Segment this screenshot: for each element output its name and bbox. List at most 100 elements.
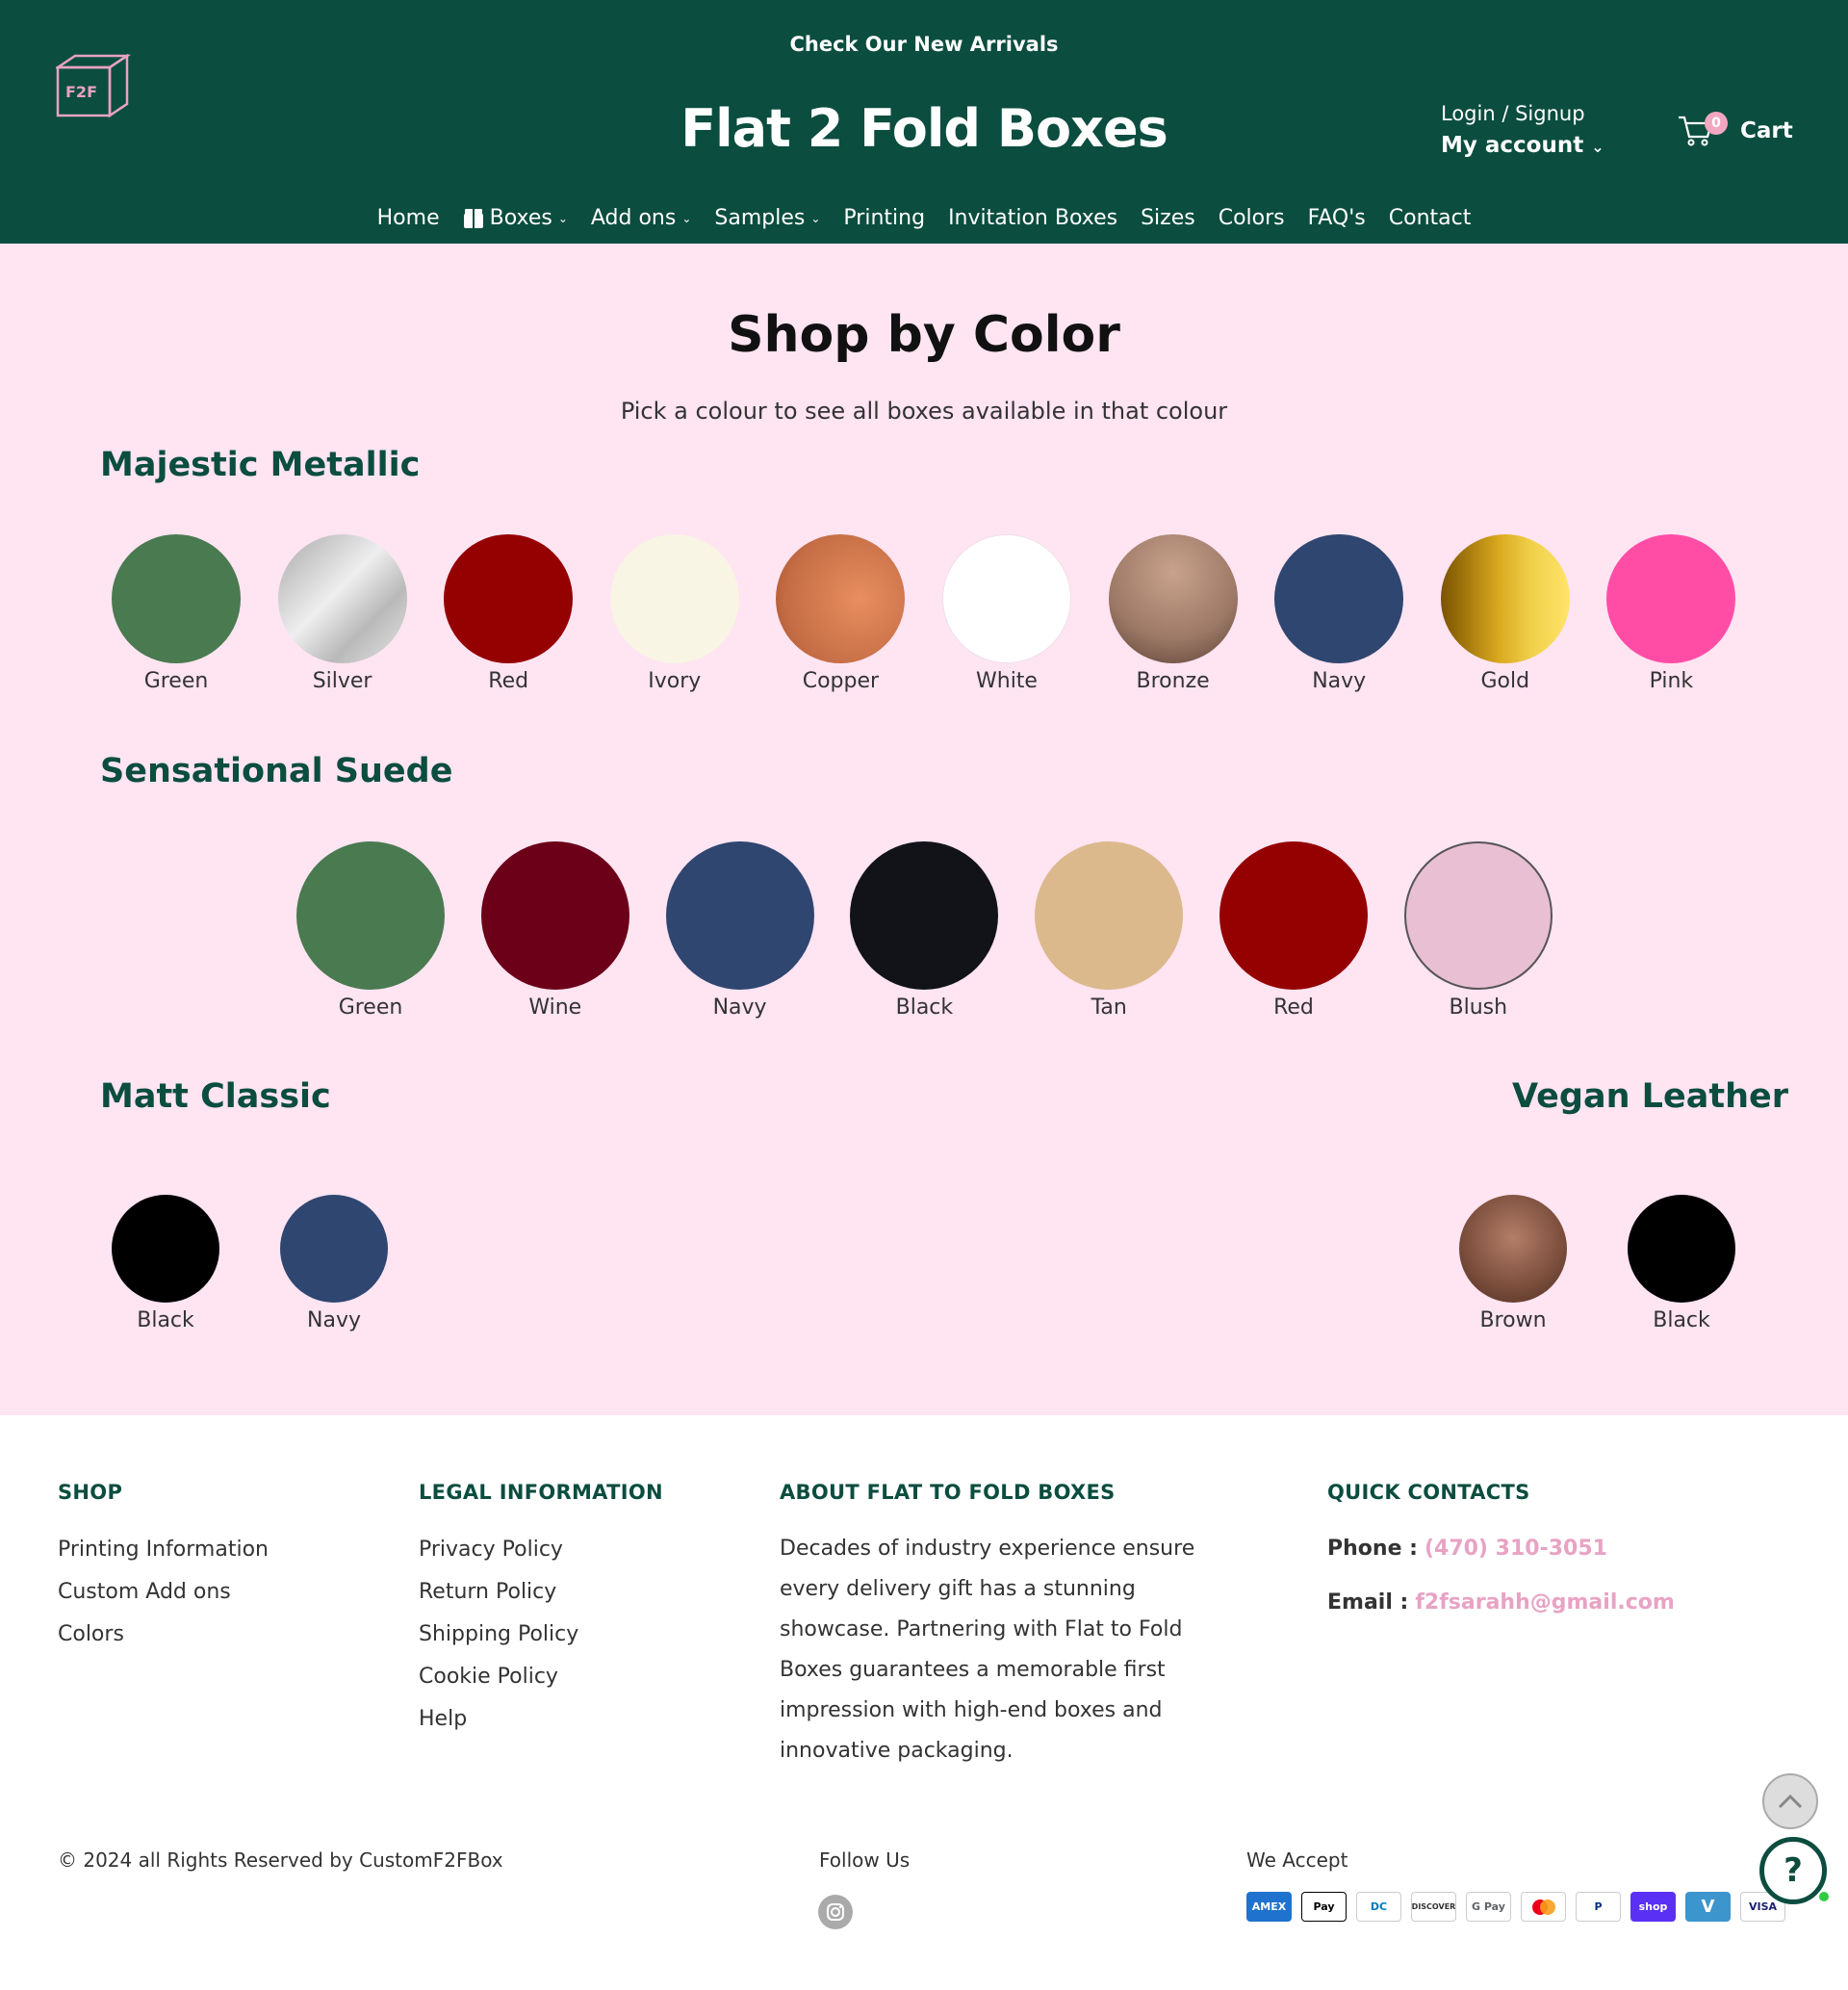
footer-about-text: Decades of industry experience ensure ev… — [780, 1537, 1195, 1763]
my-account-label: My account — [1441, 133, 1584, 158]
swatch-circle[interactable] — [1440, 534, 1570, 663]
swatch-circle[interactable] — [609, 534, 739, 663]
nav-samples-label: Samples — [714, 206, 806, 230]
site-footer: SHOP Printing Information Custom Add ons… — [0, 1415, 1848, 1990]
shop-pay-icon: shop — [1630, 1892, 1676, 1922]
swatch-circle[interactable] — [112, 534, 241, 663]
discover-icon: DISCOVER — [1411, 1892, 1456, 1922]
cart-label: Cart — [1740, 118, 1793, 143]
footer-link[interactable]: Colors — [58, 1614, 269, 1656]
footer-email: Email : f2fsarahh@gmail.com — [1327, 1583, 1675, 1623]
section-title-suede: Sensational Suede — [100, 752, 453, 790]
apple-pay-icon: Pay — [1301, 1892, 1347, 1922]
venmo-icon: V — [1685, 1892, 1731, 1922]
swatch-circle[interactable] — [850, 841, 999, 990]
swatch-circle[interactable] — [1628, 1195, 1735, 1303]
payment-methods: AMEX Pay DC DISCOVER G Pay P shop V VISA — [1246, 1892, 1785, 1922]
follow-us-label: Follow Us — [819, 1848, 911, 1872]
footer-link[interactable]: Return Policy — [419, 1571, 663, 1614]
color-swatch-brown[interactable]: Brown — [1421, 1195, 1605, 1332]
diners-club-icon: DC — [1356, 1892, 1401, 1922]
color-swatch-navy[interactable]: Navy — [242, 1195, 426, 1332]
account-menu[interactable]: Login / Signup My account ⌄ — [1441, 102, 1604, 158]
swatch-circle[interactable] — [1274, 534, 1404, 663]
phone-label: Phone : — [1327, 1537, 1418, 1561]
footer-link[interactable]: Custom Add ons — [58, 1571, 269, 1614]
shop-by-color-section: Shop by Color Pick a colour to see all b… — [0, 244, 1848, 1415]
nav-boxes-label: Boxes — [489, 206, 552, 230]
nav-samples[interactable]: Samples ⌄ — [703, 206, 832, 230]
footer-link[interactable]: Printing Information — [58, 1529, 269, 1571]
footer-link[interactable]: Privacy Policy — [419, 1529, 663, 1571]
footer-about-heading: ABOUT FLAT TO FOLD BOXES — [780, 1481, 1116, 1504]
section-title-matt: Matt Classic — [100, 1077, 331, 1116]
swatch-circle[interactable] — [296, 841, 445, 990]
swatch-label: Blush — [1449, 995, 1508, 1020]
email-link[interactable]: f2fsarahh@gmail.com — [1415, 1590, 1674, 1615]
chevron-down-icon: ⌄ — [1591, 138, 1604, 156]
footer-link[interactable]: Cookie Policy — [419, 1656, 663, 1698]
nav-home[interactable]: Home — [366, 206, 451, 230]
section-title-vegan: Vegan Leather — [1512, 1077, 1788, 1116]
swatch-circle[interactable] — [942, 534, 1071, 663]
instagram-icon[interactable] — [818, 1895, 853, 1929]
swatch-circle[interactable] — [480, 841, 629, 990]
page-title: Shop by Color — [728, 306, 1120, 364]
swatch-label: Brown — [1479, 1308, 1547, 1332]
chevron-down-icon: ⌄ — [810, 211, 821, 225]
footer-phone: Phone : (470) 310-3051 — [1327, 1529, 1675, 1569]
swatch-label: Black — [137, 1308, 194, 1332]
color-swatch-pink[interactable]: Pink — [1568, 534, 1774, 693]
google-pay-icon: G Pay — [1466, 1892, 1511, 1922]
color-swatch-black[interactable]: Black — [73, 1195, 258, 1332]
swatch-circle[interactable] — [1035, 841, 1184, 990]
nav-contact[interactable]: Contact — [1377, 206, 1483, 230]
footer-link[interactable]: Help — [419, 1698, 663, 1741]
paypal-icon: P — [1576, 1892, 1621, 1922]
nav-boxes[interactable]: Boxes ⌄ — [451, 206, 579, 230]
login-link[interactable]: Login / Signup — [1441, 102, 1604, 125]
color-swatch-black[interactable]: Black — [1589, 1195, 1774, 1332]
cart-count-badge: 0 — [1705, 112, 1728, 135]
swatch-circle[interactable] — [1403, 841, 1553, 990]
nav-invitation-boxes[interactable]: Invitation Boxes — [937, 206, 1129, 230]
swatch-circle[interactable] — [1459, 1195, 1567, 1303]
nav-addons[interactable]: Add ons ⌄ — [579, 206, 704, 230]
my-account-button[interactable]: My account ⌄ — [1441, 133, 1604, 158]
site-header: Check Our New Arrivals F2F Flat 2 Fold B… — [0, 0, 1848, 244]
swatch-label: Pink — [1649, 669, 1694, 693]
phone-link[interactable]: (470) 310-3051 — [1424, 1537, 1607, 1561]
cart-button[interactable]: 0 Cart — [1677, 112, 1793, 148]
footer-link[interactable]: Shipping Policy — [419, 1614, 663, 1656]
swatch-label: Black — [1653, 1308, 1710, 1332]
chevron-down-icon: ⌄ — [681, 211, 692, 225]
mastercard-icon — [1521, 1892, 1566, 1922]
color-swatch-blush[interactable]: Blush — [1366, 841, 1591, 1020]
swatch-circle[interactable] — [112, 1195, 219, 1303]
nav-sizes[interactable]: Sizes — [1129, 206, 1207, 230]
question-mark-icon: ? — [1784, 1851, 1803, 1890]
nav-faqs[interactable]: FAQ's — [1296, 206, 1377, 230]
chevron-down-icon: ⌄ — [557, 211, 568, 225]
swatch-circle[interactable] — [1108, 534, 1238, 663]
nav-printing[interactable]: Printing — [832, 206, 937, 230]
swatch-circle[interactable] — [1606, 534, 1736, 663]
nav-addons-label: Add ons — [590, 206, 677, 230]
we-accept-label: We Accept — [1246, 1848, 1348, 1872]
scroll-to-top-button[interactable] — [1762, 1773, 1818, 1829]
footer-about-column: ABOUT FLAT TO FOLD BOXES Decades of indu… — [780, 1481, 1251, 1771]
swatch-circle[interactable] — [1219, 841, 1368, 990]
announcement-bar[interactable]: Check Our New Arrivals — [0, 33, 1848, 56]
nav-colors[interactable]: Colors — [1207, 206, 1296, 230]
section-title-metallic: Majestic Metallic — [100, 446, 421, 484]
swatch-circle[interactable] — [444, 534, 574, 663]
help-chat-button[interactable]: ? — [1759, 1837, 1831, 1904]
swatch-circle[interactable] — [280, 1195, 388, 1303]
amex-icon: AMEX — [1246, 1892, 1292, 1922]
email-label: Email : — [1327, 1590, 1409, 1615]
swatch-circle[interactable] — [665, 841, 814, 990]
swatch-circle[interactable] — [776, 534, 906, 663]
swatch-label: Navy — [307, 1308, 361, 1332]
footer-shop-heading: SHOP — [58, 1481, 123, 1504]
swatch-circle[interactable] — [277, 534, 407, 663]
